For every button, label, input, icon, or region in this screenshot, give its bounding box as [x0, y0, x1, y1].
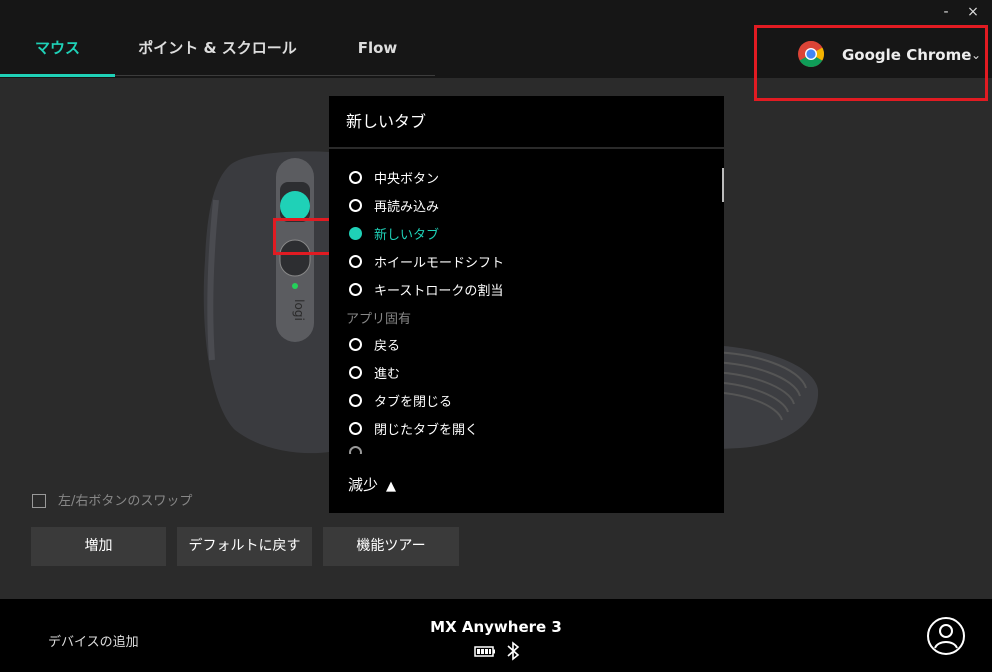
menu-item-keystroke[interactable]: キーストロークの割当	[349, 280, 503, 302]
tab-flow[interactable]: Flow	[330, 30, 425, 76]
menu-item-label: 中央ボタン	[374, 172, 440, 187]
radio-selected-icon	[349, 227, 362, 240]
menu-title: 新しいタブ	[346, 112, 427, 131]
show-less-label: 減少	[348, 476, 379, 494]
radio-icon	[349, 446, 362, 454]
menu-scrollbar[interactable]	[722, 168, 724, 202]
device-status-icons	[474, 641, 520, 661]
checkbox-icon	[32, 493, 46, 508]
menu-item-label: 新しいタブ	[374, 228, 440, 243]
menu-item-new-tab[interactable]: 新しいタブ	[349, 224, 439, 246]
add-button[interactable]: 増加	[31, 527, 166, 566]
menu-item-label: 再読み込み	[374, 200, 440, 215]
active-tab-indicator	[0, 74, 115, 77]
menu-item-back[interactable]: 戻る	[349, 335, 400, 357]
menu-item-wheel-mode-shift[interactable]: ホイールモードシフト	[349, 252, 504, 274]
show-less-button[interactable]: 減少 ▲	[348, 474, 396, 495]
tab-divider	[115, 75, 435, 76]
close-button[interactable]: ×	[963, 2, 983, 22]
footer: デバイスの追加 MX Anywhere 3	[0, 599, 992, 672]
swap-buttons-checkbox[interactable]: 左/右ボタンのスワップ	[32, 490, 192, 510]
menu-item-close-tab[interactable]: タブを閉じる	[349, 391, 452, 413]
bluetooth-icon	[507, 641, 520, 661]
menu-item-middle-button[interactable]: 中央ボタン	[349, 168, 439, 190]
tab-bar: マウス ポイント & スクロール Flow	[0, 30, 435, 78]
menu-item-label: 進む	[374, 367, 401, 382]
restore-defaults-button[interactable]: デフォルトに戻す	[177, 527, 312, 566]
minimize-button[interactable]: -	[936, 2, 956, 22]
menu-item-reload[interactable]: 再読み込み	[349, 196, 439, 218]
radio-icon	[349, 255, 362, 268]
feature-tour-button[interactable]: 機能ツアー	[323, 527, 459, 566]
menu-list[interactable]: 中央ボタン 再読み込み 新しいタブ ホイールモードシフト キーストロークの割当 …	[329, 162, 724, 454]
menu-item-forward[interactable]: 進む	[349, 363, 400, 385]
menu-item-label: 閉じたタブを開く	[374, 423, 479, 438]
action-menu: 新しいタブ 中央ボタン 再読み込み 新しいタブ ホイールモードシフト キーストロ…	[329, 96, 724, 513]
menu-divider	[329, 147, 724, 149]
device-name: MX Anywhere 3	[430, 618, 562, 636]
radio-icon	[349, 366, 362, 379]
radio-icon	[349, 171, 362, 184]
radio-icon	[349, 338, 362, 351]
svg-text:logi: logi	[292, 299, 306, 321]
checkbox-label: 左/右ボタンのスワップ	[58, 494, 193, 509]
tab-point-scroll[interactable]: ポイント & スクロール	[135, 30, 300, 76]
menu-item-partial[interactable]	[349, 446, 374, 454]
radio-icon	[349, 199, 362, 212]
menu-item-label: ホイールモードシフト	[374, 256, 505, 271]
radio-icon	[349, 422, 362, 435]
menu-group-label: アプリ固有	[346, 312, 412, 327]
chevron-up-icon: ▲	[386, 479, 397, 494]
radio-icon	[349, 283, 362, 296]
radio-icon	[349, 394, 362, 407]
battery-icon	[474, 646, 495, 657]
account-icon[interactable]	[926, 616, 966, 656]
menu-item-label: キーストロークの割当	[374, 284, 504, 299]
menu-item-label: タブを閉じる	[374, 395, 453, 410]
tab-mouse[interactable]: マウス	[0, 30, 115, 76]
menu-item-reopen-tab[interactable]: 閉じたタブを開く	[349, 419, 478, 441]
menu-item-label: 戻る	[374, 339, 401, 354]
